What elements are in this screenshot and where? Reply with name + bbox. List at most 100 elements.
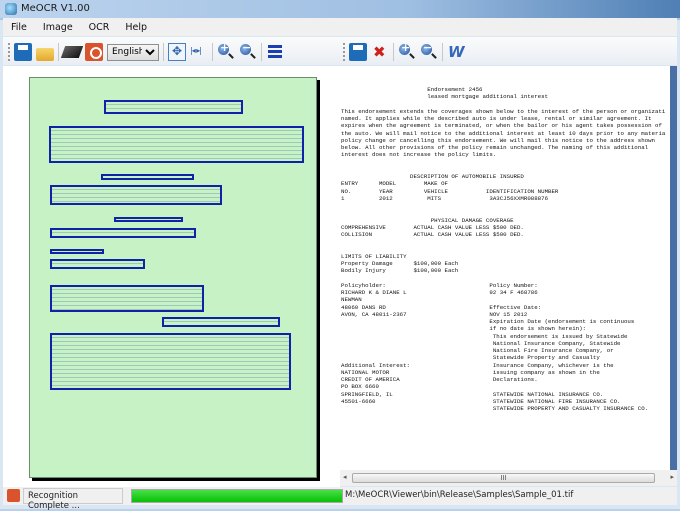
scroll-left-arrow-icon[interactable]: ◂ — [343, 473, 347, 481]
ocr-line — [341, 202, 665, 209]
text-region-box[interactable] — [104, 100, 243, 114]
ocr-line: This endorsement is issued by Statewide — [341, 332, 628, 340]
ocr-line: LIMITS OF LIABILITY — [341, 252, 407, 260]
status-bar: Recognition Complete ... M:\MeOCR\Viewer… — [3, 487, 677, 511]
text-region-box[interactable] — [50, 228, 196, 238]
ocr-line — [341, 209, 665, 216]
fit-width-icon[interactable] — [190, 43, 208, 61]
ocr-line: SPRINGFIELD, IL STATEWIDE NATIONAL INSUR… — [341, 390, 604, 398]
text-region-box[interactable] — [50, 285, 204, 312]
ocr-line: COMPREHENSIVE ACTUAL CASH VALUE LESS $50… — [341, 223, 524, 231]
language-select[interactable]: English — [107, 43, 159, 61]
ocr-line: CREDIT OF AMERICA Declarations. — [341, 376, 538, 383]
toolbar-grip[interactable] — [343, 43, 345, 61]
layout-analysis-icon[interactable] — [268, 45, 282, 59]
ocr-line: policy change or cancelling this endorse… — [341, 136, 656, 144]
ocr-recognize-icon[interactable] — [85, 43, 103, 61]
horizontal-scrollbar[interactable]: ◂ III ▸ — [340, 470, 677, 486]
menu-image[interactable]: Image — [35, 22, 81, 33]
ocr-line — [341, 246, 665, 253]
ocr-line: 48060 DANS RD Effective Date: — [341, 303, 542, 311]
file-path: M:\MeOCR\Viewer\bin\Release\Samples\Samp… — [345, 490, 574, 500]
ocr-line — [341, 101, 665, 108]
text-region-box[interactable] — [50, 185, 222, 205]
ocr-line: 45501-6660 STATEWIDE NATIONAL FIRE INSUR… — [341, 397, 621, 405]
text-region-box[interactable] — [162, 317, 280, 327]
ocr-line: Endorsement 2456 — [341, 86, 483, 93]
separator — [442, 43, 443, 61]
progress-bar — [131, 489, 343, 503]
clear-text-icon[interactable] — [371, 43, 389, 61]
text-region-box[interactable] — [49, 126, 304, 163]
ocr-text-pane[interactable]: Endorsement 2456 leased mortgage additio… — [340, 66, 670, 470]
separator — [261, 43, 262, 61]
ocr-line: National Fire Insurance Company, or — [341, 347, 614, 354]
zoom-out-icon[interactable]: − — [239, 41, 257, 61]
separator — [212, 43, 213, 61]
scroll-thumb[interactable]: III — [352, 473, 655, 483]
menu-file[interactable]: File — [3, 22, 35, 33]
title-bar: MeOCR V1.00 — [0, 0, 680, 18]
ocr-line: NO. YEAR VEHICLE IDENTIFICATION NUMBER — [341, 187, 559, 195]
ocr-line: Policyholder: Policy Number: — [341, 281, 538, 289]
ocr-line: leased mortgage additional interest — [341, 93, 549, 101]
ocr-line: named. It applies while the described au… — [341, 115, 652, 122]
text-region-box[interactable] — [50, 249, 104, 254]
ocr-line: This endorsement extends the coverages s… — [341, 107, 666, 115]
ocr-line: NEWMAN — [341, 296, 362, 304]
vertical-scrollbar[interactable] — [670, 66, 677, 470]
ocr-line: NATIONAL MOTOR issuing company as shown … — [341, 368, 600, 376]
ocr-line — [341, 159, 665, 166]
ocr-line: National Insurance Company, Statewide — [341, 339, 621, 347]
ocr-line: COLLISION ACTUAL CASH VALUE LESS $500 DE… — [341, 231, 524, 238]
fit-page-icon[interactable] — [168, 43, 186, 61]
app-icon — [5, 3, 17, 15]
ocr-line: the auto. We will mail notice to the add… — [341, 129, 666, 137]
export-word-icon[interactable] — [447, 43, 465, 61]
menu-ocr[interactable]: OCR — [81, 22, 118, 33]
ocr-line: Property Damage $100,000 Each — [341, 260, 459, 267]
text-region-box[interactable] — [114, 217, 183, 222]
status-message: Recognition Complete ... — [23, 488, 123, 511]
scroll-right-arrow-icon[interactable]: ▸ — [670, 473, 674, 481]
ocr-line — [341, 238, 665, 245]
ocr-line: AVON, CA 48011-2367 NOV 15 2012 — [341, 310, 528, 318]
ocr-status-icon — [7, 489, 20, 502]
text-region-box[interactable] — [50, 333, 291, 390]
ocr-line: Expiration Date (endorsement is continuo… — [341, 318, 635, 325]
text-region-box[interactable] — [101, 174, 194, 180]
window-title: MeOCR V1.00 — [21, 3, 90, 14]
ocr-line: STATEWIDE PROPERTY AND CASUALTY INSURANC… — [341, 405, 649, 412]
menu-help[interactable]: Help — [117, 22, 155, 33]
ocr-text[interactable]: Endorsement 2456 leased mortgage additio… — [341, 86, 665, 412]
open-folder-icon[interactable] — [36, 48, 54, 61]
menu-bar: File Image OCR Help — [3, 18, 677, 36]
ocr-line: PHYSICAL DAMAGE COVERAGE — [341, 216, 514, 224]
ocr-line: Bodily Injury $100,000 Each — [341, 267, 459, 275]
text-zoom-out-icon[interactable]: − — [420, 41, 438, 61]
ocr-line — [341, 275, 665, 282]
toolbar-area: English + − + − — [3, 37, 677, 65]
scanner-icon[interactable] — [60, 46, 84, 58]
save-text-icon[interactable] — [349, 43, 367, 61]
ocr-line — [341, 166, 665, 173]
text-region-box[interactable] — [50, 259, 145, 269]
separator — [58, 43, 59, 61]
ocr-line: if no date is shown herein): — [341, 325, 586, 333]
separator — [163, 43, 164, 61]
ocr-line: below. All other provisions of the polic… — [341, 144, 649, 151]
zoom-in-icon[interactable]: + — [217, 41, 235, 61]
text-zoom-in-icon[interactable]: + — [398, 41, 416, 61]
text-toolbar: + − — [343, 41, 465, 63]
toolbar-grip[interactable] — [8, 43, 10, 61]
ocr-line: PO BOX 6660 — [341, 383, 379, 391]
ocr-line: Statewide Property and Casualty — [341, 354, 600, 362]
app-window: MeOCR V1.00 File Image OCR Help English … — [0, 0, 680, 511]
ocr-line: expires when the agreement is terminated… — [341, 122, 662, 130]
ocr-line: 1 2012 MITS 3A3CJ56XXMR088876 — [341, 194, 549, 202]
save-icon[interactable] — [14, 43, 32, 61]
ocr-line: DESCRIPTION OF AUTOMOBILE INSURED — [341, 173, 524, 180]
ocr-line: RICHARD K & DIANE L 92 34 F 468786 — [341, 289, 538, 296]
image-viewer[interactable] — [3, 66, 340, 487]
progress-fill — [132, 490, 342, 502]
